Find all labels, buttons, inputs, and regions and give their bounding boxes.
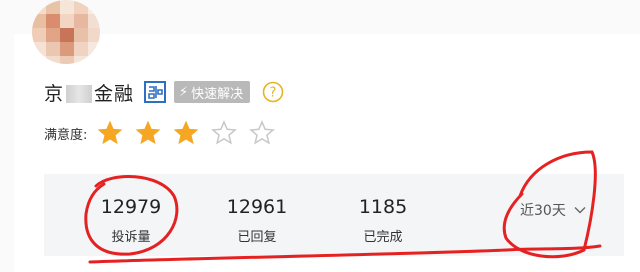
period-label: 近30天 (520, 203, 566, 219)
redacted-text (66, 85, 93, 103)
stat-label: 已回复 (237, 230, 277, 245)
satisfaction-rating: 满意度: (44, 120, 287, 146)
lightning-icon: ⚡ (179, 84, 189, 100)
stat-completed[interactable]: 1185 已完成 (356, 196, 410, 245)
svg-text:?: ? (270, 86, 277, 101)
stat-value: 1185 (358, 196, 408, 218)
star-icon (174, 120, 199, 145)
stat-replied[interactable]: 12961 已回复 (226, 196, 288, 245)
period-dropdown[interactable]: 近30天 (520, 200, 586, 220)
question-mark-icon[interactable]: ? (262, 81, 284, 103)
stat-complaints[interactable]: 12979 投诉量 (100, 196, 162, 245)
star-icon (211, 120, 238, 145)
stat-value: 12979 (100, 196, 162, 218)
company-name-suffix: 金融 (94, 82, 135, 105)
company-title-row: 京 金融 ⚡ 快速解决 ? (44, 78, 284, 106)
rating-label: 满意度: (44, 127, 88, 143)
fast-resolve-badge: ⚡ 快速解决 (174, 81, 251, 103)
company-name: 京 金融 (44, 79, 134, 106)
star-icon (136, 120, 161, 145)
chevron-down-icon (574, 207, 586, 214)
stat-value: 12961 (226, 196, 288, 218)
avatar (32, 0, 100, 64)
brand-logo-icon (144, 81, 167, 103)
star-icon (98, 120, 123, 145)
company-name-prefix: 京 (44, 82, 65, 105)
star-icon (249, 120, 276, 145)
fast-resolve-label: 快速解决 (191, 86, 244, 102)
stat-label: 已完成 (363, 230, 403, 245)
stat-label: 投诉量 (111, 230, 151, 245)
